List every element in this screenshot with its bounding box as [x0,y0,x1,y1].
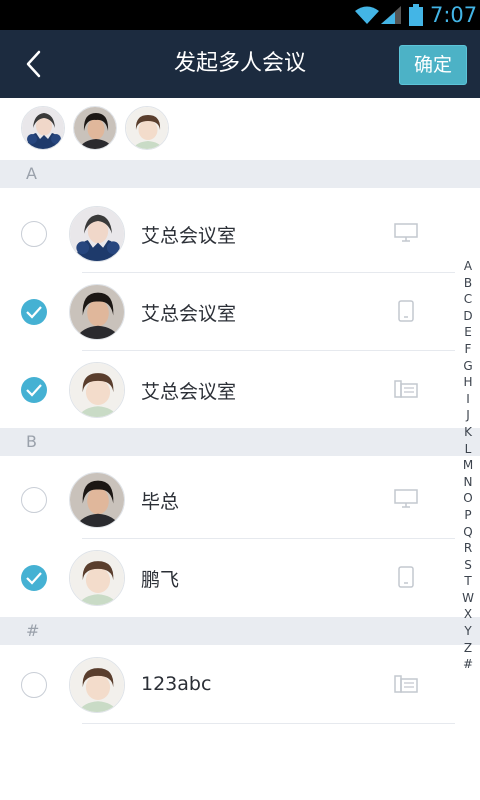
index-letter[interactable]: T [458,573,478,590]
avatar-child [69,550,125,606]
contact-name: 艾总会议室 [141,381,237,403]
contact-row[interactable]: 艾总会议室 [0,351,455,429]
section-header-b: B [0,428,480,456]
avatar-child[interactable] [125,106,169,150]
contact-row[interactable]: 鹏飞 [0,539,455,617]
phone-icon [398,300,414,322]
contact-name: 鹏飞 [141,569,180,591]
index-letter[interactable]: Q [458,524,478,541]
nav-bar: 发起多人会议 确定 [0,30,480,98]
index-letter[interactable]: J [458,407,478,424]
index-letter[interactable]: W [458,590,478,607]
index-letter[interactable]: E [458,324,478,341]
monitor-icon [394,223,418,242]
avatar-woman-fur [69,206,125,262]
index-letter[interactable]: Z [458,640,478,657]
checkbox-checked[interactable] [21,299,47,325]
checkbox-checked[interactable] [21,377,47,403]
checkbox-unchecked[interactable] [21,672,47,698]
avatar-man-dark-hair [69,472,125,528]
index-letter[interactable]: H [458,374,478,391]
avatar-woman-fur[interactable] [21,106,65,150]
contact-row[interactable]: 123abc [0,646,455,724]
checkbox-unchecked[interactable] [21,221,47,247]
index-letter[interactable]: M [458,457,478,474]
battery-icon [409,4,423,26]
contact-name: 毕总 [141,491,180,513]
index-letter[interactable]: R [458,540,478,557]
contact-row[interactable]: 艾总会议室 [0,273,455,351]
divider [82,723,455,724]
confirm-button[interactable]: 确定 [399,45,467,85]
section-header-a: A [0,160,480,188]
index-letter[interactable]: Y [458,623,478,640]
index-letter[interactable]: # [458,656,478,673]
status-bar: 7:07 [0,0,480,30]
index-letter[interactable]: C [458,291,478,308]
index-letter[interactable]: I [458,391,478,408]
contact-row[interactable]: 艾总会议室 [0,195,455,273]
desk-phone-icon [394,675,418,693]
avatar-child [69,362,125,418]
index-letter[interactable]: D [458,308,478,325]
checkbox-checked[interactable] [21,565,47,591]
avatar-child [69,657,125,713]
index-letter[interactable]: P [458,507,478,524]
index-letter[interactable]: K [458,424,478,441]
contact-row[interactable]: 毕总 [0,461,455,539]
avatar-man-dark-hair[interactable] [73,106,117,150]
index-letter[interactable]: O [458,490,478,507]
index-letter[interactable]: F [458,341,478,358]
contact-name: 艾总会议室 [141,225,237,247]
index-letter[interactable]: L [458,441,478,458]
status-time: 7:07 [430,3,478,27]
desk-phone-icon [394,380,418,398]
index-letter[interactable]: S [458,557,478,574]
index-letter[interactable]: N [458,474,478,491]
alphabet-index[interactable]: A B C D E F G H I J K L M N O P Q R S T … [458,258,478,673]
contact-name: 123abc [141,673,212,695]
wifi-icon [355,6,379,24]
index-letter[interactable]: B [458,275,478,292]
avatar-man-dark-hair [69,284,125,340]
signal-icon [381,6,401,24]
index-letter[interactable]: G [458,358,478,375]
index-letter[interactable]: A [458,258,478,275]
section-header-hash: # [0,617,480,645]
monitor-icon [394,489,418,508]
selected-participants [0,98,480,160]
contact-name: 艾总会议室 [141,303,237,325]
checkbox-unchecked[interactable] [21,487,47,513]
index-letter[interactable]: X [458,606,478,623]
phone-icon [398,566,414,588]
